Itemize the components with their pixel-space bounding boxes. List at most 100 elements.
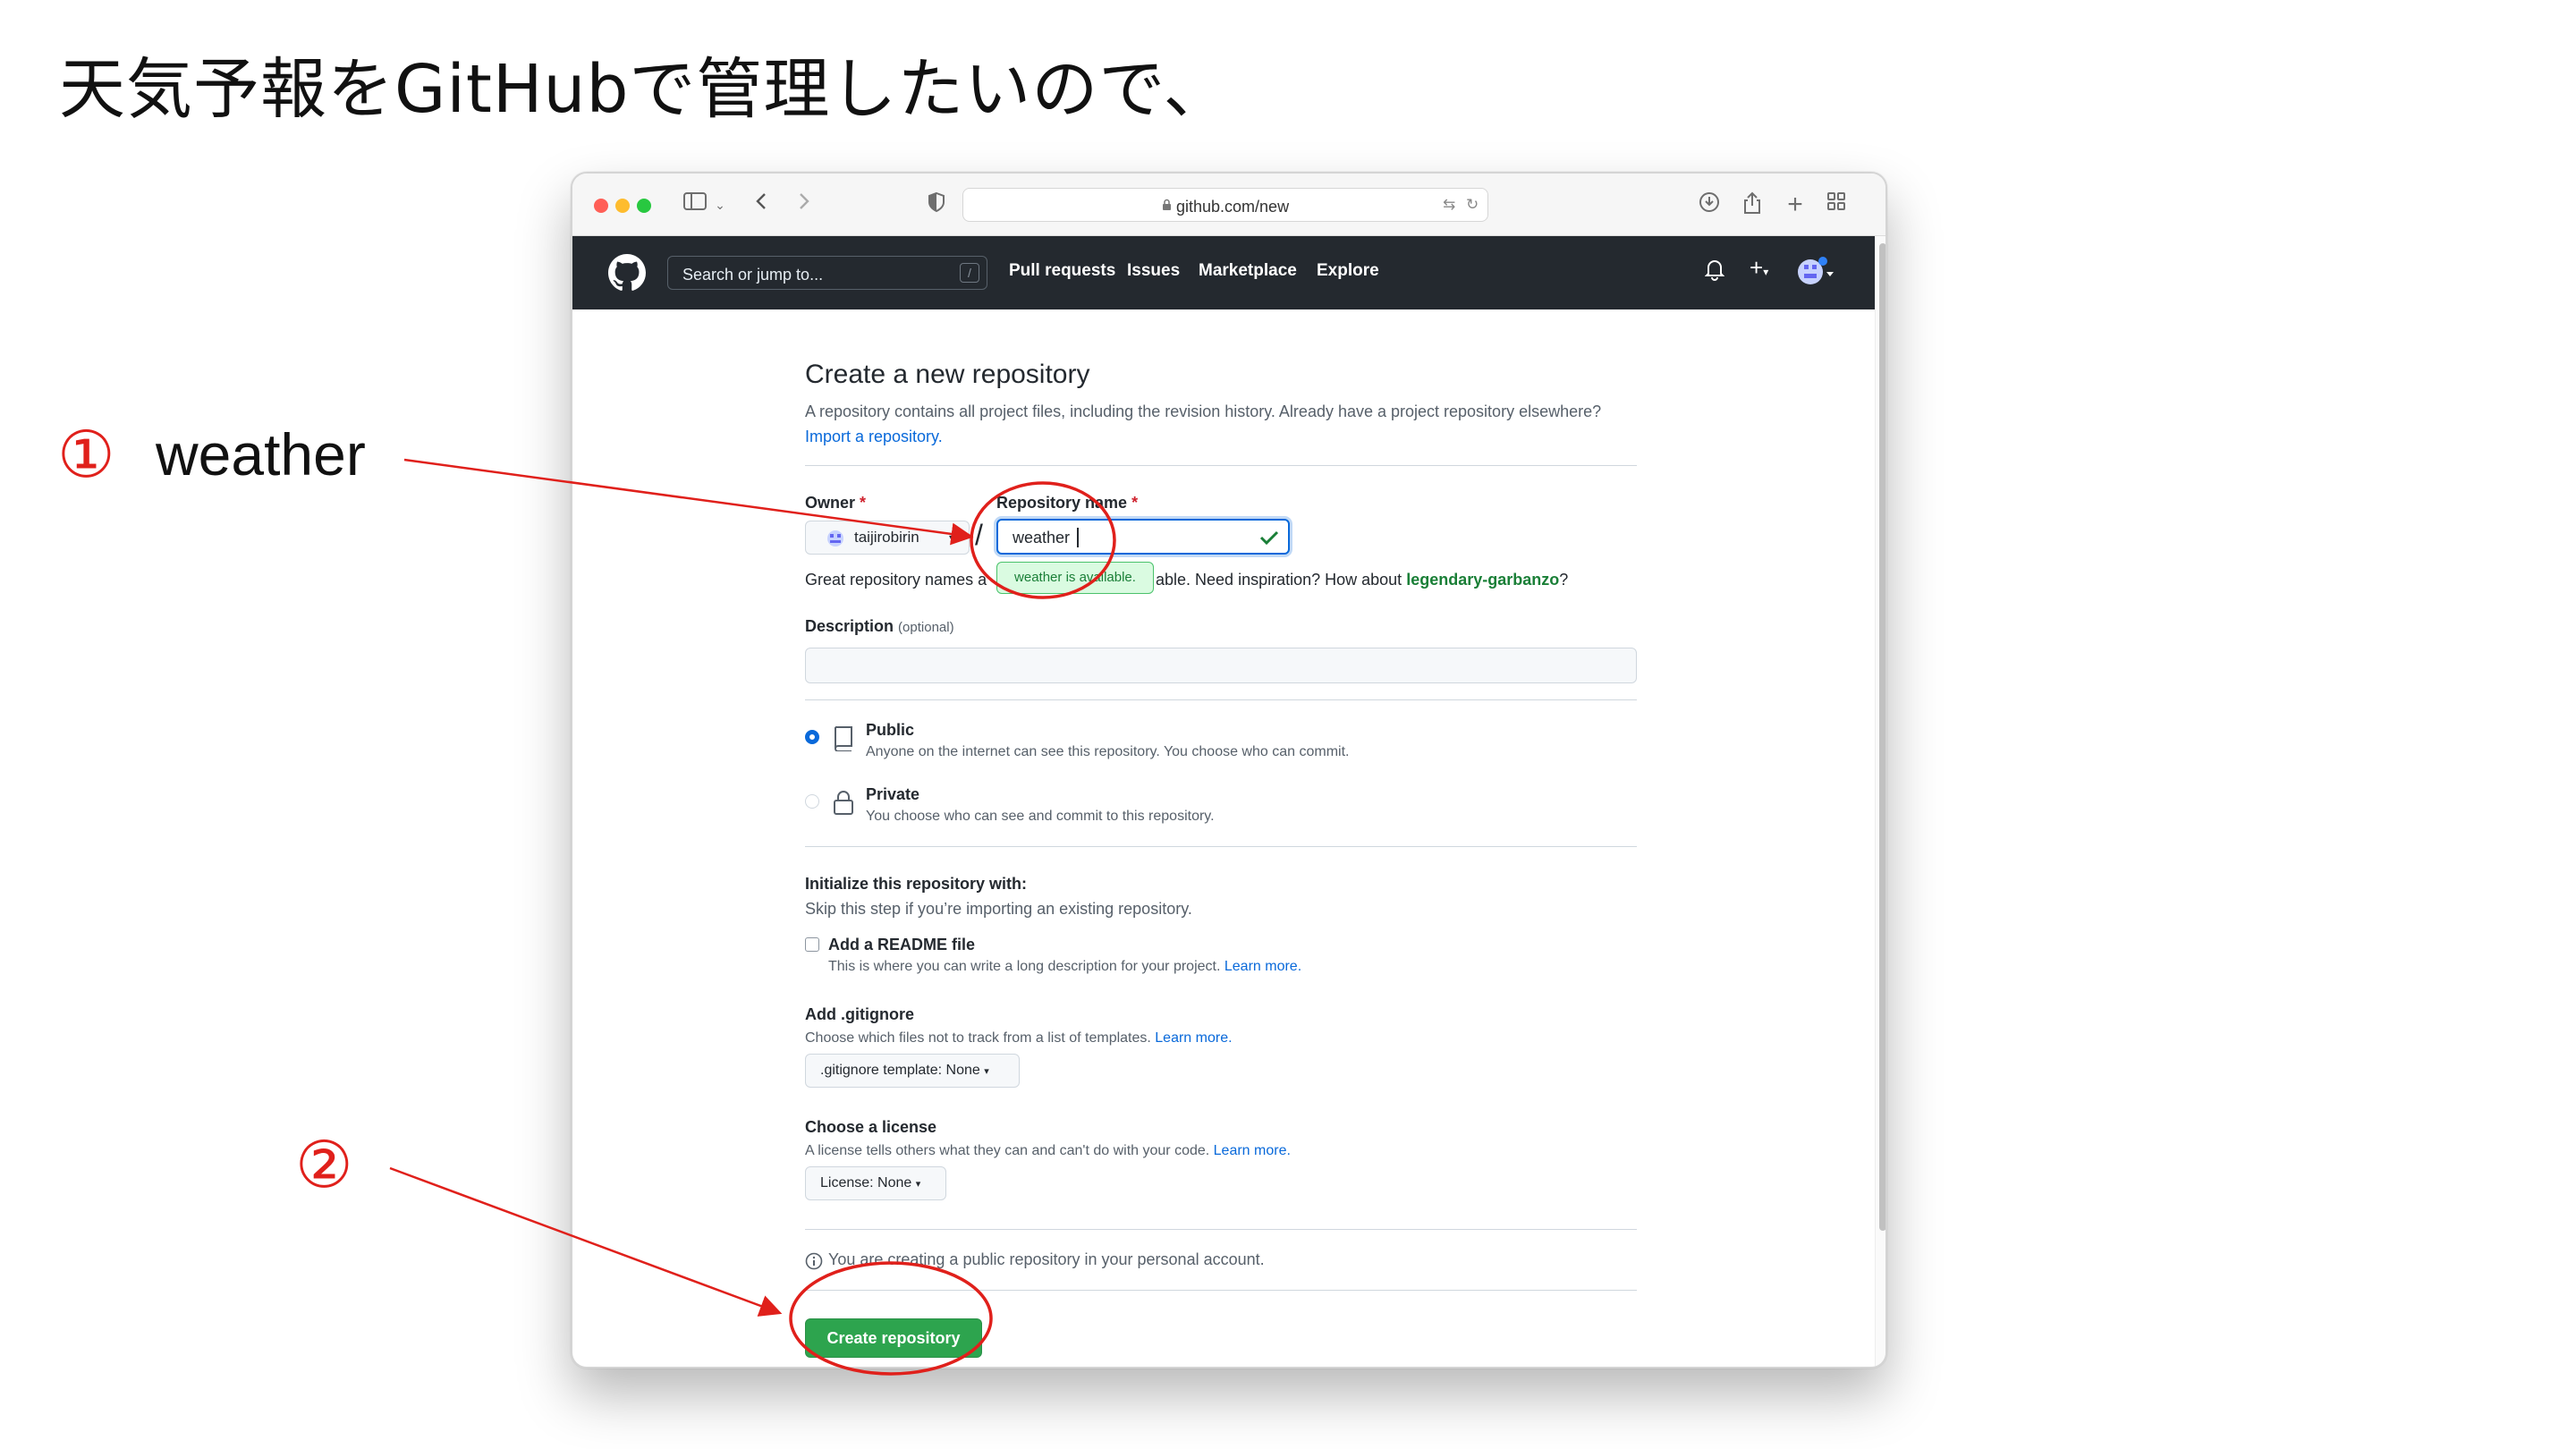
subtitle-text: A repository contains all project files,…: [805, 402, 1602, 420]
repo-name-hint-end: able. Need inspiration? How about legend…: [1156, 571, 1568, 589]
license-title: Choose a license: [805, 1118, 937, 1136]
import-repo-link[interactable]: Import a repository.: [805, 428, 943, 445]
readme-checkbox[interactable]: [805, 937, 819, 952]
divider: [805, 1290, 1637, 1291]
user-avatar[interactable]: [1796, 254, 1835, 295]
init-title: Initialize this repository with:: [805, 875, 1028, 893]
readme-description: This is where you can write a long descr…: [828, 959, 1301, 975]
owner-avatar: [827, 530, 843, 547]
chevron-down-icon: ▾: [915, 1179, 921, 1190]
translate-icon[interactable]: ⇆: [1443, 196, 1455, 214]
chevron-down-icon: ▾: [984, 1066, 989, 1077]
hint-suffix: able. Need inspiration? How about: [1156, 571, 1402, 589]
divider: [805, 1229, 1637, 1230]
nav-explore[interactable]: Explore: [1317, 261, 1379, 281]
search-placeholder: Search or jump to...: [682, 266, 824, 284]
hint-end: ?: [1559, 571, 1569, 589]
page-title: Create a new repository: [805, 360, 1090, 389]
privacy-shield-icon[interactable]: [923, 191, 950, 218]
info-text: You are creating a public repository in …: [828, 1250, 1265, 1268]
nav-issues[interactable]: Issues: [1127, 261, 1180, 281]
owner-value: taijirobirin: [854, 529, 919, 546]
private-radio[interactable]: [805, 794, 819, 809]
owner-select[interactable]: taijirobirin ▾: [805, 521, 970, 555]
divider: [805, 465, 1637, 466]
license-learn-more-link[interactable]: Learn more.: [1214, 1143, 1291, 1158]
step-1-label: weather: [156, 421, 366, 487]
close-window-button[interactable]: [594, 199, 608, 213]
nav-pull-requests[interactable]: Pull requests: [1009, 261, 1115, 281]
readme-learn-more-link[interactable]: Learn more.: [1224, 959, 1301, 974]
owner-label: Owner *: [805, 494, 866, 513]
required-mark: *: [1131, 494, 1139, 512]
description-input[interactable]: [805, 648, 1637, 683]
tab-overview-icon[interactable]: [1823, 191, 1850, 218]
readme-desc-text: This is where you can write a long descr…: [828, 959, 1221, 974]
search-input[interactable]: Search or jump to... /: [667, 256, 987, 290]
back-icon[interactable]: [748, 191, 775, 218]
repo-name-hint: Great repository names a: [805, 571, 987, 589]
forward-icon[interactable]: [791, 191, 818, 218]
lock-icon: [834, 791, 853, 815]
gitignore-title: Add .gitignore: [805, 1005, 914, 1023]
minimize-window-button[interactable]: [615, 199, 630, 213]
owner-label-text: Owner: [805, 494, 856, 512]
new-tab-icon[interactable]: +: [1782, 191, 1809, 218]
public-radio[interactable]: [805, 730, 819, 744]
notifications-bell-icon[interactable]: [1704, 258, 1725, 286]
public-description: Anyone on the internet can see this repo…: [866, 744, 1350, 759]
readme-title: Add a README file: [828, 936, 976, 953]
init-description: Skip this step if you’re importing an ex…: [805, 900, 1192, 918]
repo-name-label: Repository name *: [996, 494, 1138, 513]
lock-icon: [1163, 199, 1171, 210]
divider: [805, 846, 1637, 847]
create-repository-button[interactable]: Create repository: [805, 1318, 982, 1358]
page-subtitle: A repository contains all project files,…: [805, 399, 1610, 449]
search-shortcut-icon: /: [960, 263, 979, 283]
repo-name-input[interactable]: weather: [996, 519, 1290, 555]
address-bar[interactable]: github.com/new ⇆ ↻: [962, 188, 1488, 222]
sidebar-icon[interactable]: [682, 191, 708, 218]
github-header: Search or jump to... / Pull requests Iss…: [572, 236, 1875, 309]
create-new-dropdown-icon[interactable]: +▾: [1750, 254, 1768, 282]
repo-name-value: weather: [1013, 529, 1071, 547]
license-select[interactable]: License: None ▾: [805, 1166, 946, 1200]
page-scrollbar[interactable]: [1875, 236, 1885, 1367]
github-logo-icon[interactable]: [608, 254, 646, 292]
public-title: Public: [866, 721, 915, 739]
owner-repo-separator: /: [975, 519, 983, 551]
license-desc-text: A license tells others what they can and…: [805, 1143, 1210, 1158]
gitignore-select[interactable]: .gitignore template: None ▾: [805, 1054, 1020, 1088]
chevron-down-icon: ▾: [949, 531, 955, 544]
browser-window: ⌄ github.com/new ⇆ ↻ + Search or jump to…: [571, 172, 1887, 1368]
browser-toolbar: ⌄ github.com/new ⇆ ↻ +: [572, 174, 1885, 236]
repo-name-label-text: Repository name: [996, 494, 1128, 512]
reload-icon[interactable]: ↻: [1466, 196, 1479, 214]
sidebar-chevron-down-icon[interactable]: ⌄: [707, 191, 733, 218]
divider: [805, 699, 1637, 700]
nav-marketplace[interactable]: Marketplace: [1199, 261, 1297, 281]
scrollbar-thumb[interactable]: [1879, 243, 1885, 1231]
info-icon: [805, 1252, 823, 1270]
step-2-number: ②: [295, 1127, 353, 1202]
private-description: You choose who can see and commit to thi…: [866, 809, 1215, 824]
gitignore-description: Choose which files not to track from a l…: [805, 1030, 1233, 1046]
share-icon[interactable]: [1739, 191, 1766, 218]
license-description: A license tells others what they can and…: [805, 1143, 1291, 1159]
suggested-name-link[interactable]: legendary-garbanzo: [1406, 571, 1559, 589]
hint-prefix: Great repository names a: [805, 571, 987, 589]
optional-label: (optional): [898, 620, 954, 635]
description-label: Description (optional): [805, 617, 954, 636]
required-mark: *: [860, 494, 867, 512]
gitignore-desc-text: Choose which files not to track from a l…: [805, 1030, 1151, 1046]
url-text: github.com/new: [1176, 198, 1290, 216]
zoom-window-button[interactable]: [637, 199, 651, 213]
availability-tooltip: weather is available.: [996, 562, 1154, 594]
text-caret: [1077, 528, 1079, 547]
gitignore-learn-more-link[interactable]: Learn more.: [1155, 1030, 1232, 1046]
repo-book-icon: [835, 726, 852, 751]
description-label-text: Description: [805, 617, 894, 635]
downloads-icon[interactable]: [1696, 191, 1723, 218]
gitignore-select-value: .gitignore template: None: [820, 1063, 980, 1078]
slide-title: 天気予報をGitHubで管理したいので、: [59, 51, 1231, 128]
